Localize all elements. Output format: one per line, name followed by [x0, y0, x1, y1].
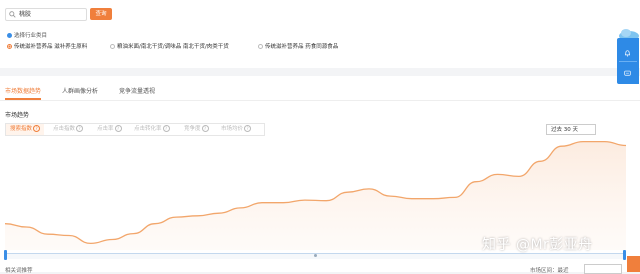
watermark: 知乎 @Mr彭亚舟	[482, 234, 593, 254]
search-input[interactable]: 桃胶	[5, 8, 87, 21]
bottom-select[interactable]	[584, 264, 622, 274]
scrollbar-right-handle[interactable]	[623, 250, 626, 260]
scrollbar-grip[interactable]	[314, 254, 317, 257]
tab-competition[interactable]: 竞争流量透视	[119, 86, 155, 95]
feedback-tab[interactable]	[627, 256, 640, 272]
toolbar-divider	[619, 61, 637, 62]
radio-icon	[110, 44, 115, 49]
search-value: 桃胶	[19, 10, 31, 19]
scrollbar-left-handle[interactable]	[4, 250, 7, 260]
section-title: 市场趋势	[5, 110, 29, 119]
search-icon	[9, 11, 16, 18]
trend-chart	[0, 130, 640, 250]
radio-icon	[258, 44, 263, 49]
market-range-label: 市场区间：最近	[530, 266, 569, 274]
tab-market-trend[interactable]: 市场数据趋势	[5, 86, 41, 95]
info-icon	[7, 33, 12, 38]
message-icon[interactable]	[624, 70, 631, 77]
industry-option[interactable]: 传统滋补营养品 药食同源食品	[258, 42, 338, 50]
search-button[interactable]: 查询	[90, 8, 112, 20]
industry-option[interactable]: 传统滋补营养品 滋补养生原料	[7, 42, 87, 50]
tab-divider	[0, 100, 640, 101]
industry-label: 选择行业类目	[7, 31, 47, 39]
tab-audience[interactable]: 人群画像分析	[62, 86, 98, 95]
bell-icon[interactable]	[624, 50, 631, 57]
industry-option[interactable]: 粮油米面/南北干货/调味品 南北干货/肉类干货	[110, 42, 229, 50]
related-words-title: 相关词推荐	[5, 266, 33, 274]
radio-icon	[7, 44, 12, 49]
